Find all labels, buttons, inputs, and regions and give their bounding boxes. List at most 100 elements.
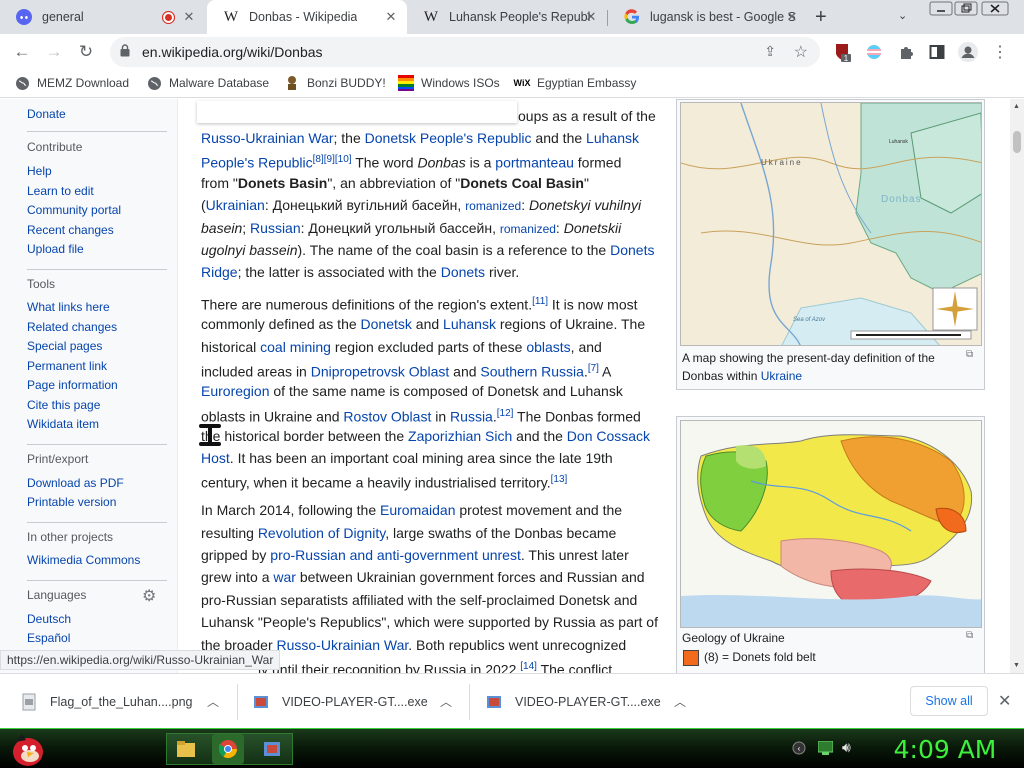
sidebar-link-special-pages[interactable]: Special pages: [27, 339, 102, 353]
link-host[interactable]: Host: [201, 450, 230, 466]
link-unrest[interactable]: pro-Russian and anti-government unrest: [270, 547, 521, 563]
link-dnipropetrovsk[interactable]: Dnipropetrovsk Oblast: [311, 364, 450, 380]
sidebar-link-printable-version[interactable]: Printable version: [27, 495, 116, 509]
link-russo-ukrainian-war[interactable]: Russo-Ukrainian War: [277, 637, 409, 653]
link-rostov-oblast[interactable]: Rostov Oblast: [343, 409, 431, 425]
link-lpr[interactable]: People's Republic: [201, 155, 313, 171]
tab-google[interactable]: lugansk is best - Google S ✕: [608, 0, 808, 34]
profile-avatar-icon[interactable]: [958, 42, 978, 62]
link-ukraine[interactable]: Ukraine: [761, 369, 802, 383]
language-settings-gear-icon[interactable]: ⚙: [142, 586, 156, 606]
lock-icon[interactable]: [120, 44, 130, 60]
sidebar-link-upload-file[interactable]: Upload file: [27, 242, 84, 256]
sidebar-link-learn-to-edit[interactable]: Learn to edit: [27, 184, 94, 198]
chevron-up-icon[interactable]: ︿: [207, 693, 219, 710]
donbas-map-image[interactable]: Ukraine Donbas Luhansk Sea of Azov: [680, 102, 982, 346]
link-romanized[interactable]: romanized: [465, 199, 521, 213]
sidebar-link-wikimedia-commons[interactable]: Wikimedia Commons: [27, 553, 140, 567]
file-explorer-icon[interactable]: [170, 734, 202, 764]
link-donets-ridge[interactable]: Ridge: [201, 264, 238, 280]
sidebar-link-permanent-link[interactable]: Permanent link: [27, 359, 107, 373]
forward-icon[interactable]: →: [42, 40, 66, 64]
link-revolution-of-dignity[interactable]: Revolution of Dignity: [258, 525, 385, 541]
link-russia[interactable]: Russia: [450, 409, 493, 425]
download-item-flag[interactable]: Flag_of_the_Luhan....png ︿: [20, 674, 235, 729]
link-war[interactable]: war: [273, 569, 296, 585]
tray-arrow-icon[interactable]: ‹: [792, 741, 806, 758]
network-icon[interactable]: [817, 740, 834, 760]
link-zaporizhian-sich[interactable]: Zaporizhian Sich: [408, 428, 512, 444]
share-icon[interactable]: ⇪: [764, 43, 776, 60]
link-oblasts[interactable]: oblasts: [526, 339, 570, 355]
sidebar-link-what-links-here[interactable]: What links here: [27, 300, 110, 314]
link-luhansk[interactable]: Luhansk: [443, 316, 496, 332]
reload-icon[interactable]: ↻: [74, 40, 98, 64]
new-tab-button[interactable]: +: [815, 6, 827, 29]
link-donets-river[interactable]: Donets: [441, 264, 485, 280]
link-russo-ukrainian-war[interactable]: Russo-Ukrainian War: [201, 130, 334, 146]
enlarge-icon[interactable]: ⧉: [966, 630, 973, 641]
bookmark-bonzi-buddy[interactable]: Bonzi BUDDY!: [284, 75, 386, 91]
enlarge-icon[interactable]: ⧉: [966, 349, 973, 360]
bookmark-windows-isos[interactable]: Windows ISOs: [398, 75, 500, 91]
link-ukrainian[interactable]: Ukrainian: [206, 197, 265, 213]
chevron-up-icon[interactable]: ︿: [440, 693, 452, 710]
bookmark-malware-database[interactable]: Malware Database: [146, 75, 269, 91]
sidebar-link-download-pdf[interactable]: Download as PDF: [27, 476, 124, 490]
link-russian[interactable]: Russian: [250, 220, 301, 236]
scrollbar-thumb[interactable]: [1013, 131, 1021, 153]
link-euromaidan[interactable]: Euromaidan: [380, 502, 456, 518]
citation[interactable]: [14]: [520, 661, 537, 672]
link-donetsk[interactable]: Donetsk: [361, 316, 412, 332]
link-donets[interactable]: Donets: [610, 242, 654, 258]
sidebar-link-community-portal[interactable]: Community portal: [27, 203, 121, 217]
link-dpr[interactable]: Donetsk People's Republic: [365, 130, 532, 146]
bookmark-star-icon[interactable]: ☆: [794, 42, 808, 62]
link-southern-russia[interactable]: Southern Russia: [480, 364, 584, 380]
tab-luhansk[interactable]: W Luhansk People's Republ ✕: [407, 0, 607, 34]
link-luhansk[interactable]: Luhansk: [586, 130, 639, 146]
link-don-cossack[interactable]: Don Cossack: [567, 428, 650, 444]
link-romanized[interactable]: romanized: [500, 222, 556, 236]
show-all-button[interactable]: Show all: [910, 686, 988, 716]
volume-icon[interactable]: 🔊︎: [842, 739, 851, 756]
close-tab-icon[interactable]: ✕: [383, 9, 399, 25]
citation[interactable]: [13]: [551, 474, 568, 485]
address-bar[interactable]: en.wikipedia.org/wiki/Donbas ⇪ ☆: [110, 37, 820, 67]
citation[interactable]: [12]: [497, 408, 514, 419]
start-button-angry-bird-icon[interactable]: [8, 730, 48, 768]
citation[interactable]: [7]: [588, 363, 599, 374]
pride-extension-icon[interactable]: [864, 42, 884, 62]
tab-general[interactable]: general ✕: [0, 0, 205, 34]
sidebar-link-cite-this-page[interactable]: Cite this page: [27, 398, 100, 412]
close-window-icon[interactable]: [980, 0, 1010, 18]
link-coal-mining[interactable]: coal mining: [260, 339, 331, 355]
bookmark-memz[interactable]: MEMZ Download: [14, 75, 129, 91]
sidebar-link-wikidata-item[interactable]: Wikidata item: [27, 417, 99, 431]
link-euroregion[interactable]: Euroregion: [201, 383, 270, 399]
close-tab-icon[interactable]: ✕: [784, 9, 800, 25]
citation[interactable]: [8][9][10]: [313, 154, 352, 165]
back-icon[interactable]: ←: [10, 40, 34, 64]
tab-search-icon[interactable]: ⌄: [898, 9, 907, 22]
sidebar-link-related-changes[interactable]: Related changes: [27, 320, 117, 334]
minimize-icon[interactable]: [928, 0, 954, 18]
citation[interactable]: [11]: [532, 296, 548, 307]
side-panel-icon[interactable]: [927, 42, 947, 62]
geology-map-image[interactable]: [680, 420, 982, 628]
close-tab-icon[interactable]: ✕: [181, 9, 197, 25]
taskbar-clock[interactable]: 4:09 AM: [870, 731, 1020, 767]
sidebar-link-help[interactable]: Help: [27, 164, 52, 178]
download-item-exe-2[interactable]: VIDEO-PLAYER-GT....exe ︿: [485, 674, 700, 729]
bookmark-egyptian-embassy[interactable]: WiX Egyptian Embassy: [514, 75, 637, 91]
sidebar-link-espanol[interactable]: Español: [27, 631, 70, 645]
sidebar-link-page-information[interactable]: Page information: [27, 378, 118, 392]
extensions-puzzle-icon[interactable]: [896, 42, 916, 62]
sidebar-link-recent-changes[interactable]: Recent changes: [27, 223, 114, 237]
maximize-icon[interactable]: [953, 0, 979, 18]
sidebar-link-deutsch[interactable]: Deutsch: [27, 612, 71, 626]
extension-shield-icon[interactable]: 1: [833, 42, 853, 62]
more-menu-icon[interactable]: ⋮: [990, 42, 1010, 62]
page-scrollbar[interactable]: ▲ ▼: [1010, 99, 1024, 673]
close-download-bar-icon[interactable]: ✕: [998, 691, 1011, 711]
